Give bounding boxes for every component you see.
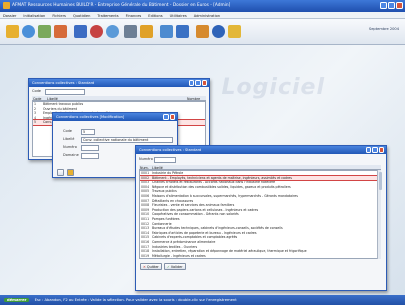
table-row[interactable]: 0019 Métallurgie - Ingénieurs et cadres <box>140 253 380 258</box>
column-header-label[interactable]: Libellé <box>151 165 381 170</box>
check-icon: ✓ <box>167 265 170 270</box>
window-controls <box>188 80 207 86</box>
domain-field[interactable] <box>81 152 99 159</box>
status-text: Esc : Abandon, F2 ou Entrée : Valide la … <box>34 298 237 302</box>
search-icon[interactable] <box>140 25 153 38</box>
background-watermark: Logiciel <box>221 75 325 100</box>
users-icon[interactable] <box>22 25 35 38</box>
validate-label: Valider <box>170 265 183 270</box>
menu-finances[interactable]: Finances <box>126 14 142 19</box>
convention-picker-window: Conventions collectives : Standard Numér… <box>135 145 387 291</box>
convention-picker-grid: 0001 Industrie du Pétrole 0002 Bâtiment - … <box>139 170 381 259</box>
menu-editions[interactable]: Editions <box>148 14 162 19</box>
number-filter-label: Numéro <box>139 157 153 161</box>
scrollbar-thumb[interactable] <box>378 172 382 190</box>
toolbar-date: Septembre 2004 <box>368 27 399 31</box>
dollar-icon[interactable] <box>74 25 87 38</box>
gear-icon[interactable] <box>196 25 209 38</box>
toolbar: Septembre 2004 <box>0 19 405 45</box>
minimize-icon[interactable] <box>163 114 169 120</box>
number-field[interactable] <box>81 144 99 151</box>
code-field[interactable]: 5 <box>81 128 95 135</box>
menu-quotidien[interactable]: Quotidien <box>73 14 90 19</box>
convention-edit-title: Conventions collectives [Modification] <box>56 115 125 119</box>
convention-edit-title-bar[interactable]: Conventions collectives [Modification] <box>53 113 177 121</box>
status-bar: démarrer Esc : Abandon, F2 ou Entrée : V… <box>0 295 405 305</box>
cancel-icon: ✕ <box>143 265 146 270</box>
help-icon[interactable] <box>67 169 74 176</box>
domain-label: Domaine <box>63 153 79 157</box>
row-code: 5 <box>34 120 37 125</box>
app-logo-icon <box>3 2 10 9</box>
maximize-icon[interactable] <box>372 147 378 153</box>
minimize-icon[interactable] <box>380 1 387 9</box>
menu-fichiers[interactable]: Fichiers <box>52 14 66 19</box>
code-filter-label: Code <box>32 89 41 93</box>
conventions-list-title: Conventions collectives : Standard <box>32 81 95 85</box>
menu-bar: Dossier Initialisation Fichiers Quotidie… <box>0 12 405 19</box>
calculator-icon[interactable] <box>38 25 51 38</box>
menu-utilitaires[interactable]: Utilitaires <box>170 14 187 19</box>
conventions-list-title-bar[interactable]: Conventions collectives : Standard <box>29 79 209 87</box>
menu-administration[interactable]: Administration <box>194 14 220 19</box>
calendar-icon[interactable] <box>90 25 103 38</box>
menu-initialisation[interactable]: Initialisation <box>23 14 45 19</box>
convention-picker-title-bar[interactable]: Conventions collectives : Standard <box>136 146 386 154</box>
cancel-button[interactable]: ✕ Quitter <box>140 263 162 270</box>
chart-icon[interactable] <box>54 25 67 38</box>
row-label: Métallurgie - Ingénieurs et cadres <box>152 253 206 258</box>
app-title-bar: AFMAT Ressources Humaines BUILD'R - Entr… <box>0 0 405 12</box>
label-label: Libellé <box>63 137 75 141</box>
maximize-icon[interactable] <box>388 1 395 9</box>
gear-icon[interactable] <box>57 169 64 176</box>
tools-icon[interactable] <box>176 25 189 38</box>
label-field[interactable]: Conv. collective nationale du bâtiment <box>81 136 173 143</box>
exit-icon[interactable] <box>228 25 241 38</box>
maximize-icon[interactable] <box>195 80 201 86</box>
validate-button[interactable]: ✓ Valider <box>164 263 186 270</box>
globe-icon[interactable] <box>106 25 119 38</box>
minimize-icon[interactable] <box>188 80 194 86</box>
close-icon[interactable] <box>201 80 207 86</box>
convention-picker-title: Conventions collectives : Standard <box>139 148 202 152</box>
print-icon[interactable] <box>124 25 137 38</box>
close-icon[interactable] <box>396 1 403 9</box>
window-controls <box>365 147 384 153</box>
vertical-scrollbar[interactable] <box>377 170 382 259</box>
number-label: Numéro <box>63 145 77 149</box>
code-filter-input[interactable] <box>45 88 85 95</box>
column-header-num[interactable]: Num. <box>139 165 151 170</box>
column-header-count[interactable]: Nombre <box>186 96 206 101</box>
row-code: 0019 <box>141 253 150 258</box>
menu-dossier[interactable]: Dossier <box>3 14 16 19</box>
start-button[interactable]: démarrer <box>4 298 30 302</box>
window-controls <box>163 114 175 120</box>
app-title: AFMAT Ressources Humaines BUILD'R - Entr… <box>12 3 231 8</box>
report-icon[interactable] <box>160 25 173 38</box>
code-label: Code <box>63 129 72 133</box>
cancel-label: Quitter <box>146 265 159 270</box>
column-header-label[interactable]: Libellé <box>46 96 186 101</box>
minimize-icon[interactable] <box>365 147 371 153</box>
folder-icon[interactable] <box>6 25 19 38</box>
close-icon[interactable] <box>378 147 384 153</box>
menu-traitements[interactable]: Traitements <box>97 14 118 19</box>
number-filter-input[interactable] <box>154 156 176 163</box>
app-window-controls <box>380 1 403 9</box>
column-header-code[interactable]: Code <box>32 96 46 101</box>
close-icon[interactable] <box>169 114 175 120</box>
help-icon[interactable] <box>212 25 225 38</box>
